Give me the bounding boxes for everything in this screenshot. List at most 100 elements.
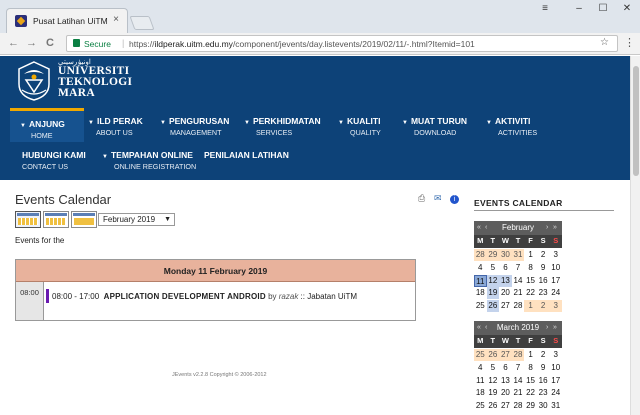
calendar-day-cell[interactable]: 2	[536, 249, 550, 261]
calendar-day-cell[interactable]: 16	[536, 274, 550, 287]
next-year-icon[interactable]: »	[553, 221, 557, 235]
calendar-day-cell[interactable]: 22	[524, 387, 537, 400]
calendar-day-cell[interactable]: 28	[511, 400, 525, 413]
calendar-day-cell[interactable]: 26	[486, 349, 500, 361]
browser-menu-icon[interactable]: ⋮	[624, 36, 635, 49]
nav-item-anjung[interactable]: ▼ ANJUNG HOME	[10, 108, 84, 142]
calendar-day-cell[interactable]: 11	[474, 374, 487, 387]
calendar-day-cell[interactable]: 9	[536, 361, 550, 374]
next-month-icon[interactable]: ›	[546, 221, 548, 235]
calendar-day-cell[interactable]: 12	[486, 274, 500, 287]
next-year-icon[interactable]: »	[553, 321, 557, 335]
nav-item-ild-perak[interactable]: ▼ ILD PERAK ABOUT US	[86, 108, 152, 142]
calendar-day-cell[interactable]: 25	[474, 300, 487, 313]
calendar-day-cell[interactable]: 25	[474, 400, 487, 413]
reload-icon[interactable]: C	[46, 37, 54, 49]
nav-item-muat-turun[interactable]: ▼ MUAT TURUN DOWNLOAD	[398, 108, 476, 142]
month-view-icon[interactable]	[15, 211, 41, 228]
next-month-icon[interactable]: ›	[546, 321, 548, 335]
calendar-day-cell[interactable]: 10	[549, 361, 562, 374]
calendar-day-cell[interactable]: 3	[549, 300, 562, 313]
calendar-day-cell[interactable]: 27	[499, 400, 512, 413]
calendar-day-cell[interactable]: 19	[486, 387, 500, 400]
calendar-day-cell[interactable]: 27	[499, 300, 512, 313]
nav-item-penilaian-latihan[interactable]: PENILAIAN LATIHAN	[200, 142, 290, 176]
month-select[interactable]: February 2019 ▼	[98, 213, 175, 226]
calendar-day-cell[interactable]: 5	[486, 261, 500, 274]
info-icon[interactable]: i	[450, 195, 459, 204]
calendar-day-cell[interactable]: 18	[474, 387, 487, 400]
calendar-day-cell[interactable]: 16	[536, 374, 550, 387]
calendar-day-cell[interactable]: 6	[499, 261, 512, 274]
calendar-day-cell[interactable]: 31	[549, 400, 562, 413]
calendar-day-cell[interactable]: 9	[536, 261, 550, 274]
calendar-day-cell[interactable]: 28	[511, 300, 525, 313]
calendar-day-cell[interactable]: 4	[474, 361, 487, 374]
calendar-day-cell[interactable]: 1	[524, 349, 537, 361]
day-view-icon[interactable]	[71, 211, 97, 228]
calendar-day-cell[interactable]: 12	[486, 374, 500, 387]
nav-item-kualiti[interactable]: ▼ KUALITI QUALITY	[334, 108, 394, 142]
calendar-day-cell[interactable]: 23	[536, 287, 550, 300]
profile-icon[interactable]: ≡	[530, 0, 560, 20]
nav-item-hubungi-kami[interactable]: HUBUNGI KAMI CONTACT US	[18, 142, 88, 176]
event-entry[interactable]: 08:00 - 17:00 APPLICATION DEVELOPMENT AN…	[52, 292, 357, 301]
back-icon[interactable]: ←	[8, 37, 19, 49]
calendar-day-cell[interactable]: 29	[524, 400, 537, 413]
calendar-day-cell[interactable]: 20	[499, 387, 512, 400]
email-icon[interactable]: ✉	[434, 193, 442, 204]
uitm-logo[interactable]: اونيۏرسيتي UNIVERSITI TEKNOLOGI MARA	[16, 59, 156, 104]
calendar-day-cell[interactable]: 22	[524, 287, 537, 300]
forward-icon[interactable]: →	[26, 37, 37, 49]
calendar-day-cell[interactable]: 31	[511, 249, 525, 261]
week-view-icon[interactable]	[43, 211, 69, 228]
calendar-day-cell[interactable]: 27	[499, 349, 512, 361]
calendar-day-cell[interactable]: 24	[549, 287, 562, 300]
calendar-day-cell[interactable]: 4	[474, 261, 487, 274]
calendar-day-cell[interactable]: 18	[474, 287, 487, 300]
calendar-day-cell[interactable]: 13	[499, 274, 512, 287]
calendar-day-cell[interactable]: 19	[486, 287, 500, 300]
calendar-day-cell[interactable]: 3	[549, 349, 562, 361]
close-window-button[interactable]: ✕	[612, 0, 640, 20]
nav-item-pengurusan[interactable]: ▼ PENGURUSAN MANAGEMENT	[156, 108, 238, 142]
scrollbar-thumb[interactable]	[633, 66, 639, 176]
calendar-day-cell[interactable]: 8	[524, 361, 537, 374]
calendar-day-cell[interactable]: 11	[474, 274, 487, 287]
nav-item-tempahan-online[interactable]: ▼ TEMPAHAN ONLINE ONLINE REGISTRATION	[98, 142, 200, 176]
calendar-day-cell[interactable]: 17	[549, 374, 562, 387]
calendar-day-cell[interactable]: 10	[549, 261, 562, 274]
nav-item-aktiviti[interactable]: ▼ AKTIVITI ACTIVITIES	[482, 108, 552, 142]
calendar-day-cell[interactable]: 20	[499, 287, 512, 300]
prev-month-icon[interactable]: ‹	[485, 221, 487, 235]
tab-close-icon[interactable]: ×	[113, 14, 119, 25]
page-scrollbar[interactable]	[630, 56, 640, 415]
calendar-day-cell[interactable]: 15	[524, 274, 537, 287]
calendar-day-cell[interactable]: 21	[511, 287, 525, 300]
calendar-day-cell[interactable]: 15	[524, 374, 537, 387]
calendar-day-cell[interactable]: 14	[511, 374, 525, 387]
calendar-day-cell[interactable]: 7	[511, 261, 525, 274]
calendar-day-cell[interactable]: 25	[474, 349, 487, 361]
bookmark-star-icon[interactable]: ☆	[600, 37, 609, 48]
calendar-day-cell[interactable]: 5	[486, 361, 500, 374]
calendar-day-cell[interactable]: 26	[486, 400, 500, 413]
calendar-day-cell[interactable]: 6	[499, 361, 512, 374]
prev-year-icon[interactable]: «	[477, 221, 481, 235]
calendar-day-cell[interactable]: 13	[499, 374, 512, 387]
prev-month-icon[interactable]: ‹	[485, 321, 487, 335]
prev-year-icon[interactable]: «	[477, 321, 481, 335]
calendar-day-cell[interactable]: 29	[486, 249, 500, 261]
calendar-day-cell[interactable]: 23	[536, 387, 550, 400]
calendar-day-cell[interactable]: 7	[511, 361, 525, 374]
new-tab-button[interactable]	[129, 16, 155, 30]
browser-tab[interactable]: Pusat Latihan UiTM ×	[6, 8, 128, 33]
calendar-day-cell[interactable]: 14	[511, 274, 525, 287]
calendar-day-cell[interactable]: 1	[524, 249, 537, 261]
url-field[interactable]: Secure | https://ildperak.uitm.edu.my/co…	[66, 35, 618, 52]
calendar-day-cell[interactable]: 3	[549, 249, 562, 261]
calendar-day-cell[interactable]: 8	[524, 261, 537, 274]
calendar-day-cell[interactable]: 30	[499, 249, 512, 261]
calendar-day-cell[interactable]: 28	[511, 349, 525, 361]
calendar-day-cell[interactable]: 2	[536, 300, 550, 313]
